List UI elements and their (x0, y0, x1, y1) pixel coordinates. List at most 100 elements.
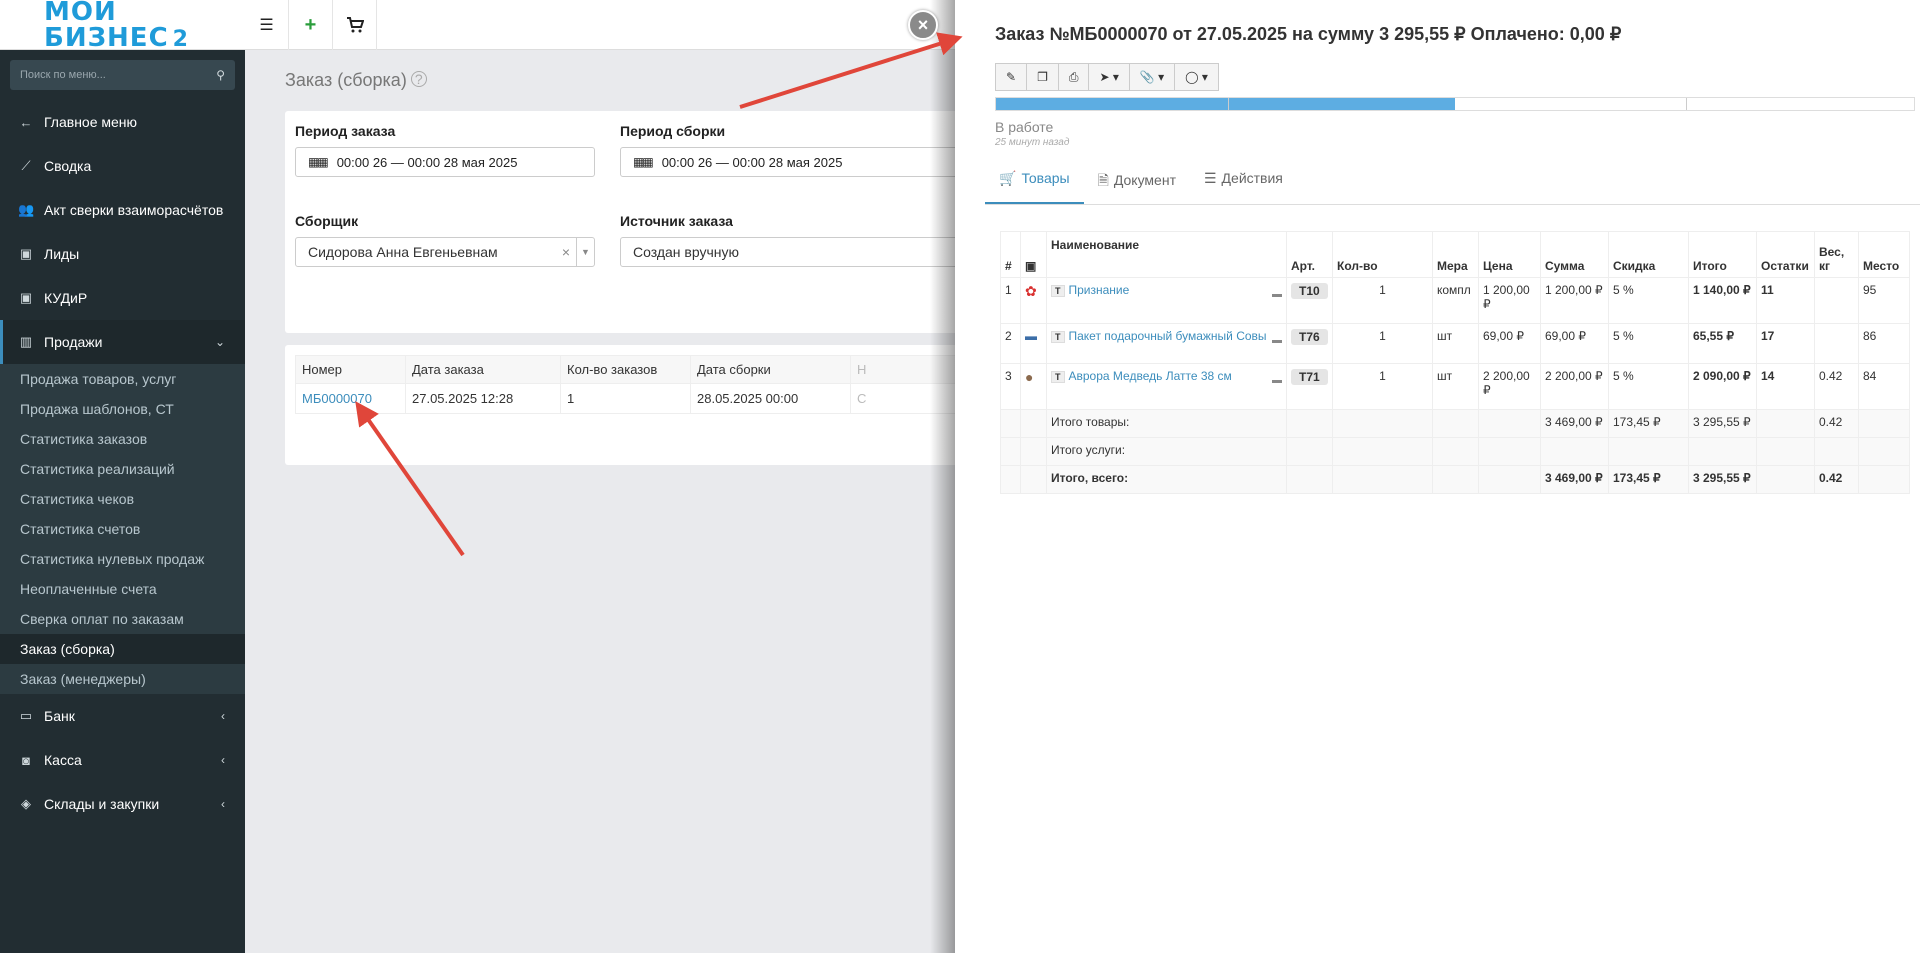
col-total: Итого (1688, 231, 1757, 278)
stock-cell: 17 (1756, 323, 1815, 364)
list-icon: ☰ (1203, 170, 1217, 186)
chevron-left-icon: ‹ (221, 753, 225, 767)
chevron-left-icon: ‹ (221, 797, 225, 811)
calendar-icon: ▦▦ (308, 155, 329, 169)
submenu-item[interactable]: Статистика счетов (0, 514, 245, 544)
submenu-item[interactable]: Статистика чеков (0, 484, 245, 514)
order-status-time: 25 минут назад (995, 137, 1070, 148)
filter-panel: Период заказа ▦▦ 00:00 26 — 00:00 28 мая… (285, 111, 975, 333)
send-icon[interactable]: ➤ ▾ (1088, 63, 1130, 91)
col-discount: Скидка (1608, 231, 1689, 278)
chevron-left-icon: ‹ (221, 709, 225, 723)
product-link[interactable]: Признание (1069, 283, 1130, 297)
card-icon[interactable]: ▬ (1272, 335, 1282, 346)
totals-all-row: Итого, всего: 3 469,00 ₽ 173,45 ₽ 3 295,… (1000, 465, 1910, 494)
sidebar: МОЙ БИЗНЕС2 ⚲ ← Главное меню ⟋ Сводка 👥 … (0, 0, 245, 953)
order-tabs: 🛒 Товары 🗎 Документ ☰ Действия (985, 160, 1920, 205)
cart-icon[interactable] (333, 0, 377, 50)
qty-cell: 1 (1332, 277, 1433, 324)
place-cell: 84 (1858, 363, 1910, 410)
submenu-item-order-assembly[interactable]: Заказ (сборка) (0, 634, 245, 664)
article-badge: Т76 (1291, 329, 1328, 345)
search-icon[interactable]: ⚲ (216, 68, 225, 82)
article-badge: Т10 (1291, 283, 1328, 299)
submenu-item[interactable]: Сверка оплат по заказам (0, 604, 245, 634)
weight-cell (1814, 323, 1859, 364)
submenu-item[interactable]: Продажа шаблонов, СТ (0, 394, 245, 424)
menu-search: ⚲ (10, 60, 235, 90)
submenu-item[interactable]: Неоплаченные счета (0, 574, 245, 604)
product-link[interactable]: Аврора Медведь Латте 38 см (1069, 369, 1232, 383)
menu-search-input[interactable] (20, 69, 217, 81)
qty-cell: 1 (1332, 323, 1433, 364)
col-order-date[interactable]: Дата заказа (405, 355, 561, 384)
col-count[interactable]: Кол-во заказов (560, 355, 691, 384)
sidebar-item-summary[interactable]: ⟋ Сводка (0, 144, 245, 188)
calendar-icon: ▦▦ (633, 155, 654, 169)
order-number-link[interactable]: МБ0000070 (302, 391, 372, 406)
product-thumbnail[interactable]: ✿ (1025, 283, 1037, 299)
sidebar-item-sales[interactable]: ▥ Продажи ⌄ (0, 320, 245, 364)
order-period-input[interactable]: ▦▦ 00:00 26 — 00:00 28 мая 2025 (295, 147, 595, 177)
col-unit: Мера (1432, 231, 1479, 278)
submenu-item[interactable]: Статистика заказов (0, 424, 245, 454)
total-cell: 2 090,00 ₽ (1688, 363, 1757, 410)
col-number[interactable]: Номер (295, 355, 406, 384)
col-weight: Вес, кг (1814, 231, 1859, 278)
col-art: Арт. (1286, 231, 1333, 278)
print-icon[interactable]: ⎙ (1057, 63, 1090, 91)
page-title: Заказ (сборка)? (285, 70, 935, 91)
product-thumbnail[interactable]: ▬ (1025, 329, 1037, 343)
cube-icon: ◈ (21, 796, 31, 811)
status-clock-icon[interactable]: ◯ ▾ (1174, 63, 1219, 91)
tab-document[interactable]: 🗎 Документ (1084, 160, 1190, 204)
sidebar-item-leads[interactable]: ▣ Лиды (0, 232, 245, 276)
col-qty: Кол-во (1332, 231, 1433, 278)
help-icon[interactable]: ? (410, 71, 427, 87)
hamburger-menu-icon[interactable]: ☰ (245, 0, 289, 50)
submenu-item[interactable]: Заказ (менеджеры) (0, 664, 245, 694)
submenu-item[interactable]: Статистика реализаций (0, 454, 245, 484)
col-sum: Сумма (1540, 231, 1609, 278)
sidebar-item-warehouses[interactable]: ◈ Склады и закупки ‹ (0, 782, 245, 826)
assembly-period-input[interactable]: ▦▦ 00:00 26 — 00:00 28 мая 2025 (620, 147, 975, 177)
price-cell: 69,00 ₽ (1478, 323, 1541, 364)
tab-actions[interactable]: ☰ Действия (1190, 160, 1297, 204)
dropdown-arrow-icon[interactable]: ▼ (576, 238, 594, 266)
assembler-select[interactable]: Сидорова Анна Евгеньевнам × ▼ (295, 237, 595, 267)
unit-cell: шт (1432, 363, 1479, 410)
qty-cell: 1 (1332, 363, 1433, 410)
credit-card-icon: ▭ (19, 708, 33, 723)
edit-icon[interactable]: ✎ (995, 63, 1028, 91)
assembly-date-cell: 28.05.2025 00:00 (690, 383, 851, 414)
sidebar-item-cash[interactable]: ◙ Касса ‹ (0, 738, 245, 782)
product-thumbnail[interactable]: ● (1025, 369, 1033, 385)
logo[interactable]: МОЙ БИЗНЕС 2 (0, 0, 245, 51)
stock-cell: 11 (1756, 277, 1815, 324)
main-content: Заказ (сборка)? Период заказа ▦▦ 00:00 2… (245, 50, 975, 953)
product-link[interactable]: Пакет подарочный бумажный Совы (1069, 329, 1267, 343)
close-panel-button[interactable]: × (908, 10, 938, 40)
product-type-tag: Т (1051, 371, 1065, 383)
card-icon[interactable]: ▬ (1272, 289, 1282, 300)
source-select[interactable]: Создан вручную (620, 237, 975, 267)
sidebar-item-bank[interactable]: ▭ Банк ‹ (0, 694, 245, 738)
copy-icon[interactable]: ❐ (1026, 63, 1059, 91)
sum-cell: 1 200,00 ₽ (1540, 277, 1609, 324)
clear-icon[interactable]: × (562, 244, 570, 260)
tab-goods[interactable]: 🛒 Товары (985, 160, 1084, 204)
sidebar-item-reconciliation[interactable]: 👥 Акт сверки взаиморасчётов (0, 188, 245, 232)
table-row: 3 ● Т Аврора Медведь Латте 38 см ▬ Т71 1 ш… (1000, 363, 1910, 410)
sidebar-item-kudir[interactable]: ▣ КУДиР (0, 276, 245, 320)
product-type-tag: Т (1051, 331, 1065, 343)
sidebar-item-main-menu[interactable]: ← Главное меню (0, 100, 245, 144)
col-assembly-date[interactable]: Дата сборки (690, 355, 851, 384)
add-icon[interactable]: + (289, 0, 333, 50)
attach-icon[interactable]: 📎 ▾ (1128, 63, 1176, 91)
orders-table-panel: Номер Дата заказа Кол-во заказов Дата сб… (285, 345, 975, 465)
progress-fill (996, 98, 1455, 110)
table-row: МБ0000070 27.05.2025 12:28 1 28.05.2025 … (295, 383, 965, 414)
card-icon[interactable]: ▬ (1272, 375, 1282, 386)
submenu-item[interactable]: Статистика нулевых продаж (0, 544, 245, 574)
submenu-item[interactable]: Продажа товаров, услуг (0, 364, 245, 394)
